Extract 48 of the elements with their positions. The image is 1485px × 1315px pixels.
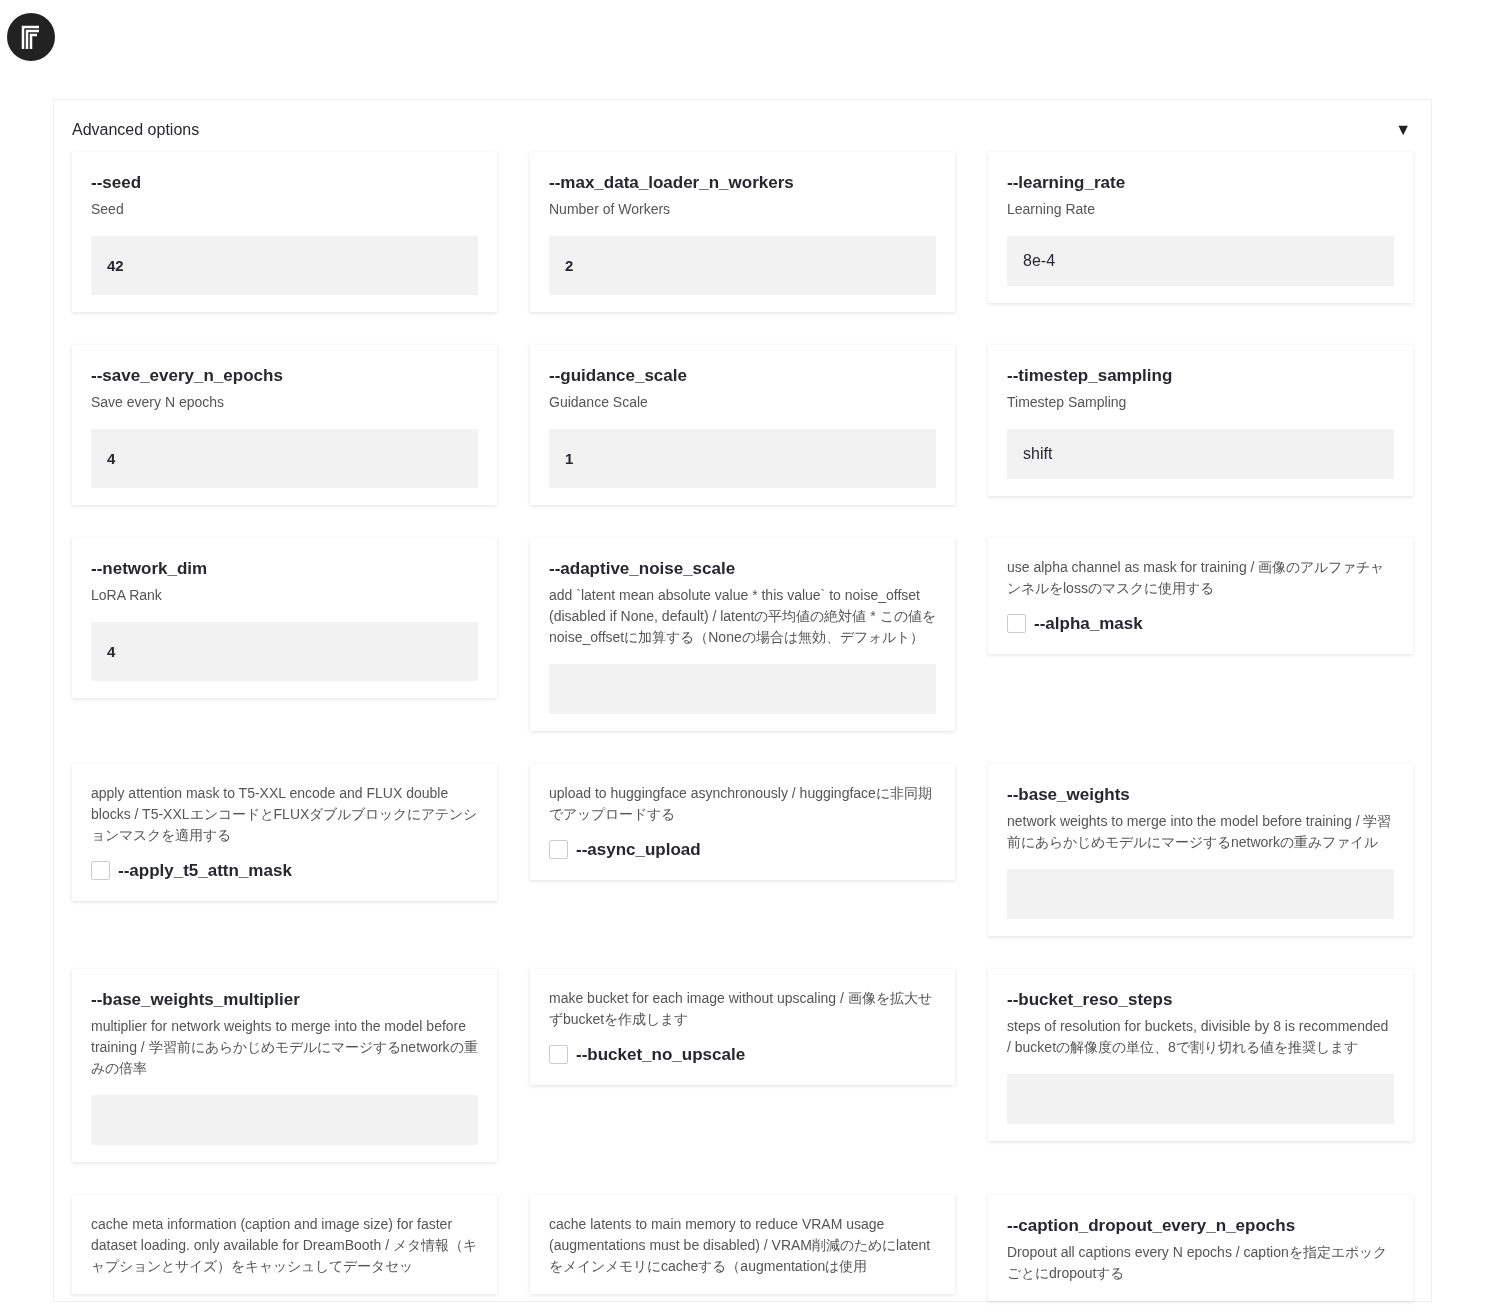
option-name: --max_data_loader_n_workers xyxy=(549,172,795,194)
checkbox[interactable] xyxy=(549,1045,568,1065)
input-field[interactable]: 42 xyxy=(91,236,478,295)
expand-toggle[interactable]: ▼ xyxy=(1395,118,1413,142)
checkbox[interactable] xyxy=(549,840,568,860)
option-name: --adaptive_noise_scale xyxy=(549,558,737,580)
checkbox[interactable] xyxy=(1007,614,1026,634)
option-description: Dropout all captions every N epochs / captionを指定エポックごとにdropoutする xyxy=(1007,1243,1388,1283)
option-description: apply attention mask to T5-XXL encode and FLUX double blocks / T5-XXLエンコードとFLUXダブルブロックにアテンションマスクを適用する xyxy=(91,784,478,845)
panel-title: Advanced options xyxy=(72,120,200,140)
option-description: add `latent mean absolute value * this value` to noise_offset (disabled if None, default) / latentの平均値の絶対値 * この値をnoise_offsetに加算する（Noneの場合は無効、デフォルト） xyxy=(549,586,936,647)
option-name: --bucket_reso_steps xyxy=(1007,989,1174,1011)
option-description: LoRA Rank xyxy=(91,586,163,605)
option-description: upload to huggingface asynchronously / huggingfaceに非同期でアップロードする xyxy=(549,784,933,824)
option-name: --save_every_n_epochs xyxy=(91,365,284,387)
option-description: Learning Rate xyxy=(1007,200,1096,219)
option-description: network weights to merge into the model before training / 学習前にあらかじめモデルにマージするnetworkの重みファイル xyxy=(1007,812,1393,852)
option-name: --base_weights xyxy=(1007,784,1131,806)
input-field[interactable]: 8e-4 xyxy=(1007,236,1394,286)
option-name: --learning_rate xyxy=(1007,172,1127,194)
option-name: --seed xyxy=(91,172,143,194)
option-description: Number of Workers xyxy=(549,200,672,219)
checkbox-label[interactable]: --alpha_mask xyxy=(1034,611,1143,637)
checkbox-label[interactable]: --async_upload xyxy=(576,837,701,863)
option-name: --timestep_sampling xyxy=(1007,365,1174,387)
logo-icon xyxy=(7,13,55,61)
option-description: multiplier for network weights to merge into the model before training / 学習前にあらかじめモデルにマージするnetworkの重みの倍率 xyxy=(91,1017,478,1078)
input-field[interactable]: shift xyxy=(1007,429,1394,479)
option-description: steps of resolution for buckets, divisible by 8 is recommended / bucketの解像度の単位、8で割り切れる値を推奨します xyxy=(1007,1017,1390,1057)
option-name: --caption_dropout_every_n_epochs xyxy=(1007,1215,1297,1237)
option-name: --guidance_scale xyxy=(549,365,688,387)
option-name: --network_dim xyxy=(91,558,209,580)
option-description: cache meta information (caption and image size) for faster dataset loading. only available for DreamBooth / メタ情報（キャプションとサイズ）をキャッシュしてデータセッ xyxy=(91,1215,478,1276)
option-description: Seed xyxy=(91,200,125,219)
input-field[interactable]: 2 xyxy=(549,236,936,295)
checkbox-label[interactable]: --apply_t5_attn_mask xyxy=(118,858,292,884)
option-description: Guidance Scale xyxy=(549,393,649,412)
option-description: Save every N epochs xyxy=(91,393,226,412)
input-field[interactable]: 4 xyxy=(91,429,478,488)
option-description: make bucket for each image without upscaling / 画像を拡大せずbucketを作成します xyxy=(549,989,933,1029)
option-description: cache latents to main memory to reduce VRAM usage (augmentations must be disabled) / VRAM削減のためにlatentをメインメモリにcacheする（augmentationは使用 xyxy=(549,1215,932,1276)
option-description: use alpha channel as mask for training / 画像のアルファチャンネルをlossのマスクに使用する xyxy=(1007,558,1386,598)
option-description: Timestep Sampling xyxy=(1007,393,1128,412)
input-field[interactable]: 4 xyxy=(91,622,478,681)
option-name: --base_weights_multiplier xyxy=(91,989,301,1011)
checkbox-label[interactable]: --bucket_no_upscale xyxy=(576,1042,746,1068)
checkbox[interactable] xyxy=(91,861,110,881)
input-field[interactable]: 1 xyxy=(549,429,936,488)
